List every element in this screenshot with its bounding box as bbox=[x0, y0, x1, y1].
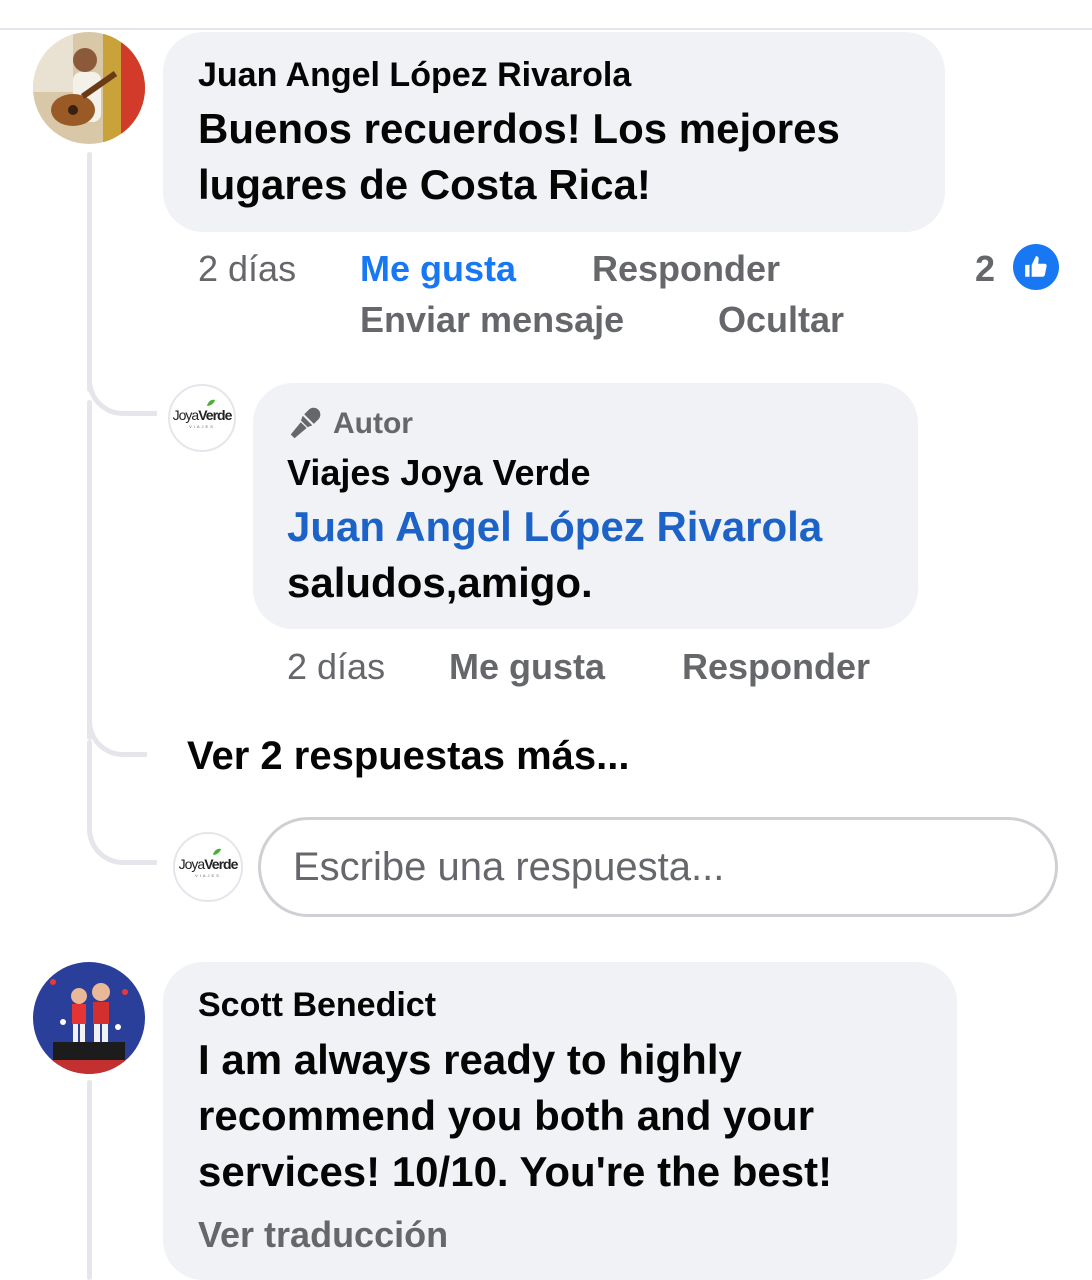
thread-line bbox=[87, 1080, 92, 1280]
avatar[interactable] bbox=[33, 962, 145, 1074]
thread-connector bbox=[87, 700, 147, 757]
author-badge: Autor bbox=[287, 406, 413, 442]
logo-tagline: VIAJES bbox=[189, 423, 215, 429]
thread-line bbox=[87, 400, 92, 740]
comment-author[interactable]: Scott Benedict bbox=[198, 986, 436, 1025]
leaf-icon bbox=[206, 399, 215, 406]
logo-part2: Verde bbox=[198, 406, 232, 423]
comment-author[interactable]: Juan Angel López Rivarola bbox=[198, 56, 631, 95]
comment-text-line: recommend you both and your bbox=[198, 1092, 815, 1139]
microphone-icon bbox=[290, 407, 321, 439]
comment-text-line: services! 10/10. You're the best! bbox=[198, 1148, 833, 1195]
reply-button[interactable]: Responder bbox=[592, 248, 780, 290]
reply-author[interactable]: Viajes Joya Verde bbox=[287, 452, 591, 494]
view-more-replies[interactable]: Ver 2 respuestas más... bbox=[187, 734, 630, 779]
reply-input[interactable] bbox=[258, 817, 1058, 917]
logo-part2: Verde bbox=[204, 855, 238, 872]
comment-text-line: I am always ready to highly bbox=[198, 1036, 742, 1083]
reaction-count[interactable]: 2 bbox=[975, 248, 995, 290]
thread-connector bbox=[87, 800, 157, 865]
mention-link[interactable]: Juan Angel López Rivarola bbox=[287, 499, 822, 555]
logo-wordmark: JoyaVerde bbox=[172, 399, 232, 423]
like-button[interactable]: Me gusta bbox=[360, 248, 516, 290]
avatar[interactable] bbox=[33, 32, 145, 144]
logo-tagline: VIAJES bbox=[195, 872, 221, 878]
logo-part1: Joya bbox=[178, 855, 206, 872]
reply-like-button[interactable]: Me gusta bbox=[449, 646, 605, 688]
author-badge-label: Autor bbox=[333, 407, 413, 440]
current-user-avatar: JoyaVerde VIAJES bbox=[173, 832, 243, 902]
thumbs-up-icon[interactable] bbox=[1013, 244, 1059, 290]
logo-wordmark: JoyaVerde bbox=[178, 848, 238, 872]
see-translation-link[interactable]: Ver traducción bbox=[198, 1214, 448, 1256]
thread-connector bbox=[87, 360, 157, 416]
hide-button[interactable]: Ocultar bbox=[718, 299, 844, 341]
reply-reply-button[interactable]: Responder bbox=[682, 646, 870, 688]
page-logo-avatar[interactable]: JoyaVerde VIAJES bbox=[168, 384, 236, 452]
comment-text-line: lugares de Costa Rica! bbox=[198, 161, 651, 208]
top-divider bbox=[0, 28, 1092, 30]
send-message-button[interactable]: Enviar mensaje bbox=[360, 299, 624, 341]
leaf-icon bbox=[212, 848, 221, 855]
comment-timestamp[interactable]: 2 días bbox=[198, 248, 296, 290]
logo-part1: Joya bbox=[172, 406, 200, 423]
reply-timestamp[interactable]: 2 días bbox=[287, 646, 385, 688]
thread-line bbox=[87, 152, 92, 392]
comment-text-line: Buenos recuerdos! Los mejores bbox=[198, 105, 840, 152]
reply-text: saludos,amigo. bbox=[287, 559, 593, 606]
